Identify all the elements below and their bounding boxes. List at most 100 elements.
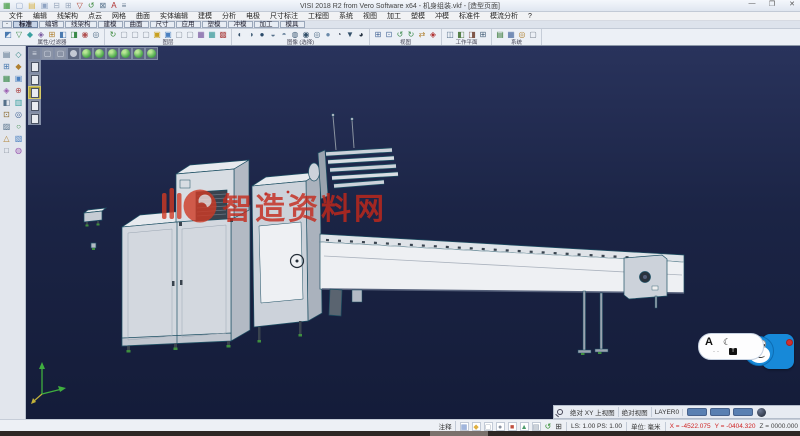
- window-control-button[interactable]: ❐: [766, 0, 778, 8]
- menu-item[interactable]: ?: [523, 13, 537, 20]
- status-tool-icon[interactable]: ▦: [460, 422, 469, 431]
- ribbon-tool-icon[interactable]: ▢: [174, 30, 184, 40]
- ribbon-tool-icon[interactable]: ◉: [301, 30, 311, 40]
- toolbar-tab[interactable]: 模具: [280, 21, 305, 28]
- ime-moon-icon[interactable]: ☾: [723, 337, 731, 348]
- toolbar-tab[interactable]: 加工: [254, 21, 279, 28]
- menu-item[interactable]: 冲模: [430, 11, 454, 21]
- ribbon-tool-icon[interactable]: ▢: [141, 30, 151, 40]
- toolbar-collapse-button[interactable]: -: [2, 21, 12, 28]
- ribbon-tool-icon[interactable]: ◈: [428, 30, 438, 40]
- palette-tool-icon[interactable]: ○: [13, 121, 24, 132]
- refresh-icon[interactable]: ↺: [545, 422, 552, 431]
- ribbon-tool-icon[interactable]: ▦: [207, 30, 217, 40]
- palette-tool-icon[interactable]: ▣: [13, 73, 24, 84]
- ribbon-tool-icon[interactable]: ◨: [467, 30, 477, 40]
- ribbon-tool-icon[interactable]: ◆: [25, 30, 35, 40]
- ribbon-tool-icon[interactable]: ▣: [163, 30, 173, 40]
- render-sphere-icon[interactable]: [757, 408, 766, 417]
- menu-item[interactable]: 视图: [358, 11, 382, 21]
- palette-tool-icon[interactable]: ◆: [13, 61, 24, 72]
- iso-view-icon[interactable]: [80, 47, 93, 60]
- ribbon-tool-icon[interactable]: ↻: [406, 30, 416, 40]
- ribbon-tool-icon[interactable]: ↻: [108, 30, 118, 40]
- palette-tool-icon[interactable]: ◎: [13, 109, 24, 120]
- menu-item[interactable]: 分析: [217, 11, 241, 21]
- ribbon-tool-icon[interactable]: ▢: [185, 30, 195, 40]
- toolbar-tab[interactable]: 编辑: [39, 21, 64, 28]
- menu-item[interactable]: 编辑: [28, 11, 52, 21]
- menu-item[interactable]: 塑模: [406, 11, 430, 21]
- shaded-mode-icon[interactable]: ▢: [41, 47, 54, 60]
- ribbon-tool-icon[interactable]: ▽: [14, 30, 24, 40]
- toolbar-tab[interactable]: 冲模: [228, 21, 253, 28]
- ribbon-tool-icon[interactable]: ▦: [196, 30, 206, 40]
- front-view-icon[interactable]: [93, 47, 106, 60]
- ribbon-tool-icon[interactable]: ▩: [218, 30, 228, 40]
- palette-tool-icon[interactable]: □: [1, 145, 12, 156]
- ribbon-tool-icon[interactable]: ◎: [517, 30, 527, 40]
- menu-item[interactable]: 工程图: [303, 11, 334, 21]
- ime-skin-icon[interactable]: T: [729, 348, 737, 355]
- palette-tool-icon[interactable]: ⊕: [13, 85, 24, 96]
- ribbon-tool-icon[interactable]: ◑: [246, 30, 256, 40]
- wireframe-mode-icon[interactable]: ▢: [54, 47, 67, 60]
- ribbon-tool-icon[interactable]: ◈: [36, 30, 46, 40]
- ribbon-tool-icon[interactable]: ⊞: [47, 30, 57, 40]
- menu-item[interactable]: 尺寸标注: [265, 11, 303, 21]
- ribbon-tool-icon[interactable]: ▢: [130, 30, 140, 40]
- top-view-icon[interactable]: [106, 47, 119, 60]
- toolbar-tab[interactable]: 尺寸: [150, 21, 175, 28]
- palette-tool-icon[interactable]: ▨: [1, 121, 12, 132]
- ribbon-tool-icon[interactable]: ▤: [495, 30, 505, 40]
- ribbon-tool-icon[interactable]: ▦: [506, 30, 516, 40]
- palette-tool-icon[interactable]: ◧: [1, 97, 12, 108]
- view-page-2-icon[interactable]: [28, 73, 41, 86]
- ribbon-tool-icon[interactable]: ⊞: [373, 30, 383, 40]
- annotation-label[interactable]: 注释: [439, 421, 456, 431]
- crosshair-icon[interactable]: ⊞: [555, 422, 562, 431]
- palette-tool-icon[interactable]: △: [1, 133, 12, 144]
- palette-tool-icon[interactable]: ⊞: [1, 61, 12, 72]
- ribbon-tool-icon[interactable]: ⊞: [478, 30, 488, 40]
- back-view-icon[interactable]: [145, 47, 158, 60]
- color-swatch[interactable]: [733, 408, 753, 416]
- toolbar-tab[interactable]: 建模: [98, 21, 123, 28]
- magnifier-icon[interactable]: [557, 409, 563, 415]
- left-view-icon[interactable]: [132, 47, 145, 60]
- window-control-button[interactable]: —: [746, 0, 758, 8]
- view-page-1-icon[interactable]: [28, 60, 41, 73]
- palette-tool-icon[interactable]: ◇: [13, 49, 24, 60]
- ribbon-tool-icon[interactable]: ⊡: [384, 30, 394, 40]
- menu-item[interactable]: 点云: [83, 11, 107, 21]
- menu-item[interactable]: 系统: [334, 11, 358, 21]
- ribbon-tool-icon[interactable]: ◧: [456, 30, 466, 40]
- palette-tool-icon[interactable]: ▦: [1, 73, 12, 84]
- palette-tool-icon[interactable]: ▥: [13, 97, 24, 108]
- ribbon-tool-icon[interactable]: ▢: [528, 30, 538, 40]
- 3d-viewport[interactable]: 智造资料网 ≡▢▢: [26, 46, 800, 419]
- palette-tool-icon[interactable]: ▧: [13, 133, 24, 144]
- ribbon-tool-icon[interactable]: ▢: [119, 30, 129, 40]
- ribbon-tool-icon[interactable]: ▣: [152, 30, 162, 40]
- color-swatch[interactable]: [687, 408, 707, 416]
- ribbon-tool-icon[interactable]: ◉: [80, 30, 90, 40]
- ribbon-tool-icon[interactable]: ●: [257, 30, 267, 40]
- ribbon-tool-icon[interactable]: ◐: [235, 30, 245, 40]
- palette-tool-icon[interactable]: ◈: [1, 85, 12, 96]
- observer-icon[interactable]: [67, 47, 80, 60]
- layer-strip-item[interactable]: LAYER0: [652, 409, 683, 416]
- menu-item[interactable]: 模流分析: [485, 11, 523, 21]
- toolbar-tab[interactable]: 线架构: [65, 21, 97, 28]
- ribbon-tool-icon[interactable]: ◎: [312, 30, 322, 40]
- ribbon-tool-icon[interactable]: ◩: [3, 30, 13, 40]
- layer-strip-item[interactable]: 绝对 XY 上视图: [567, 407, 619, 417]
- window-control-button[interactable]: ✕: [786, 0, 798, 8]
- ribbon-tool-icon[interactable]: ◧: [58, 30, 68, 40]
- ime-language-indicator[interactable]: A: [705, 336, 713, 348]
- ime-status-pill[interactable]: A ☾ ·· T: [698, 333, 764, 360]
- menu-item[interactable]: 实体编辑: [155, 11, 193, 21]
- ribbon-tool-icon[interactable]: ◫: [445, 30, 455, 40]
- view-page-4-icon[interactable]: [28, 99, 41, 112]
- status-tool-icon[interactable]: ▤: [532, 422, 541, 431]
